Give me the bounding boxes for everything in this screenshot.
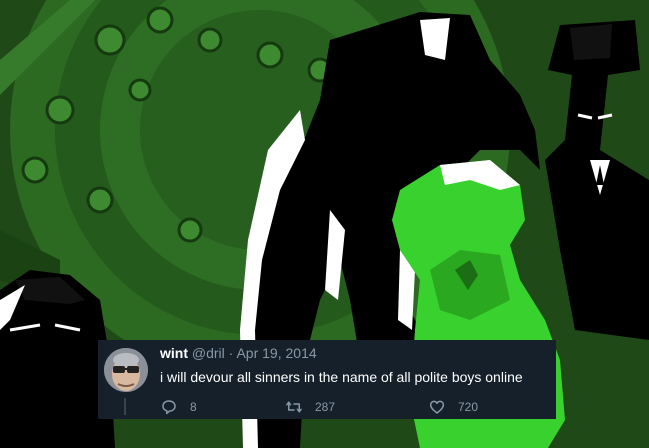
reply-count: 8 — [190, 400, 197, 414]
like-count: 720 — [458, 400, 479, 414]
like-button[interactable]: 720 — [428, 398, 478, 416]
avatar[interactable] — [104, 348, 148, 392]
user-handle[interactable]: @dril — [192, 345, 225, 361]
tweet-card[interactable]: wint @dril · Apr 19, 2014 i will devour … — [98, 340, 556, 419]
tweet-date[interactable]: Apr 19, 2014 — [236, 345, 316, 361]
heart-icon — [429, 400, 445, 414]
tweet-header: wint @dril · Apr 19, 2014 — [160, 344, 317, 362]
reply-button[interactable]: 8 — [160, 398, 197, 416]
separator-dot: · — [228, 345, 234, 361]
tweet-actions: 8 287 720 — [160, 398, 540, 416]
meme-scene: wint @dril · Apr 19, 2014 i will devour … — [0, 0, 649, 448]
retweet-button[interactable]: 287 — [285, 398, 335, 416]
retweet-icon — [286, 401, 302, 413]
display-name[interactable]: wint — [160, 345, 188, 361]
tweet-text: i will devour all sinners in the name of… — [160, 369, 523, 385]
retweet-count: 287 — [315, 400, 336, 414]
reply-icon — [162, 400, 176, 415]
avatar-image — [104, 348, 148, 392]
thread-line — [124, 398, 126, 415]
